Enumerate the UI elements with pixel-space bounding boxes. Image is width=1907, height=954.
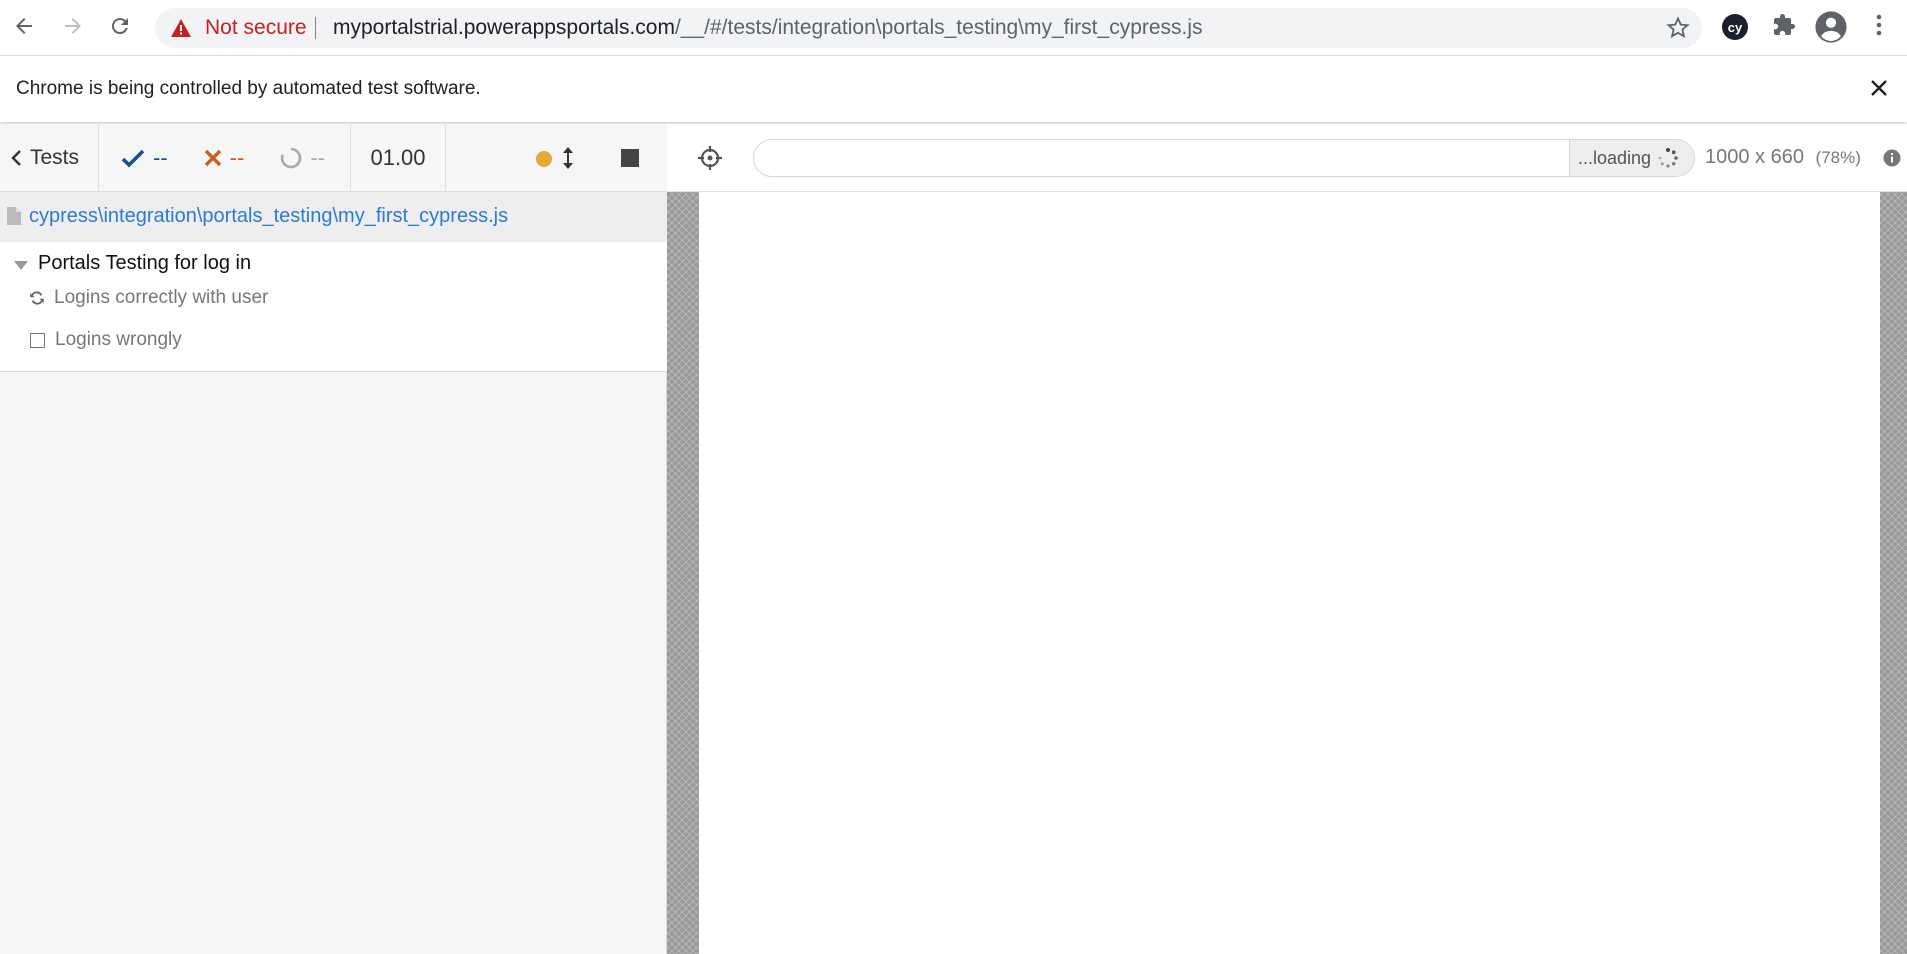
more-vert-icon: [1876, 14, 1882, 36]
stop-button[interactable]: [621, 149, 639, 167]
auto-scroll-icon[interactable]: [562, 146, 574, 170]
passed-stat: --: [121, 145, 168, 171]
extensions-button[interactable]: [1770, 11, 1798, 39]
loading-indicator: ...loading: [1569, 140, 1694, 176]
cypress-extension-label: cy: [1727, 19, 1743, 35]
cypress-reporter: Tests -- -- -- 01.00 cypress\integration…: [0, 124, 667, 954]
suite-title[interactable]: Portals Testing for log in: [38, 252, 251, 275]
forward-button[interactable]: [57, 10, 89, 42]
spec-file-header: cypress\integration\portals_testing\my_f…: [0, 192, 667, 242]
test-item[interactable]: Logins correctly with user: [28, 287, 268, 309]
failed-count: --: [229, 145, 245, 170]
automation-info-bar: Chrome is being controlled by automated …: [0, 55, 1907, 122]
spinner-icon: [1658, 148, 1678, 168]
aut-url-bar[interactable]: ...loading: [753, 139, 1695, 177]
square-icon: [30, 332, 45, 348]
warning-icon: [171, 19, 191, 37]
running-indicator-icon: [536, 151, 552, 167]
test-title: Logins correctly with user: [54, 287, 269, 308]
duration-value: 01.00: [370, 145, 426, 170]
circle-notch-icon: [281, 147, 302, 169]
selector-playground-icon[interactable]: [697, 145, 723, 171]
omnibox-divider: [315, 17, 316, 39]
arrow-left-icon: [16, 18, 32, 34]
tests-link[interactable]: Tests: [0, 124, 99, 192]
spec-file-path[interactable]: cypress\integration\portals_testing\my_f…: [29, 205, 508, 228]
address-bar[interactable]: Not secure myportalstrial.powerappsporta…: [155, 8, 1702, 48]
caret-down-icon[interactable]: [14, 261, 28, 270]
aut-iframe[interactable]: [699, 192, 1880, 954]
puzzle-icon: [1774, 14, 1795, 35]
viewport-info[interactable]: 1000 x 660 (78%): [1705, 146, 1861, 169]
file-icon: [7, 207, 21, 225]
browser-menu-button[interactable]: [1866, 11, 1892, 39]
account-circle-icon: [1815, 11, 1847, 43]
test-item[interactable]: Logins wrongly: [28, 329, 182, 351]
info-icon[interactable]: [1883, 149, 1901, 167]
chevron-left-icon: [11, 150, 21, 166]
aut-container: [667, 192, 1907, 954]
viewport-size: 1000 x 660: [1705, 146, 1804, 168]
profile-button[interactable]: [1814, 10, 1848, 44]
stats: -- -- --: [99, 124, 351, 192]
reporter-controls: [446, 124, 667, 192]
x-icon: [204, 149, 221, 167]
close-icon[interactable]: [1869, 78, 1889, 98]
duration: 01.00: [351, 124, 446, 192]
tests-link-label: Tests: [30, 146, 80, 169]
pending-count: --: [310, 145, 325, 170]
url-host: myportalstrial.powerappsportals.com: [333, 16, 675, 39]
cypress-extension-button[interactable]: cy: [1722, 14, 1748, 40]
runnables-list: Portals Testing for log in Logins correc…: [0, 242, 667, 372]
arrow-right-icon: [65, 18, 81, 34]
browser-toolbar: Not secure myportalstrial.powerappsporta…: [0, 0, 1907, 55]
check-icon: [121, 149, 145, 168]
test-title: Logins wrongly: [55, 329, 182, 350]
url-text[interactable]: myportalstrial.powerappsportals.com/__/#…: [333, 16, 1203, 40]
reload-button[interactable]: [104, 10, 136, 42]
reporter-header: Tests -- -- -- 01.00: [0, 124, 667, 192]
not-secure-label[interactable]: Not secure: [205, 16, 307, 40]
viewport-scale: (78%): [1815, 148, 1861, 167]
back-button[interactable]: [8, 10, 40, 42]
url-path: /__/#/tests/integration\portals_testing\…: [674, 16, 1203, 39]
refresh-icon: [30, 291, 44, 305]
reload-icon: [111, 18, 128, 35]
loading-label: ...loading: [1578, 147, 1652, 168]
automation-message: Chrome is being controlled by automated …: [16, 78, 481, 99]
star-icon[interactable]: [1666, 16, 1690, 40]
pending-stat: --: [280, 145, 325, 171]
passed-count: --: [153, 145, 168, 170]
aut-header: ...loading 1000 x 660 (78%): [667, 124, 1907, 192]
failed-stat: --: [204, 145, 245, 171]
